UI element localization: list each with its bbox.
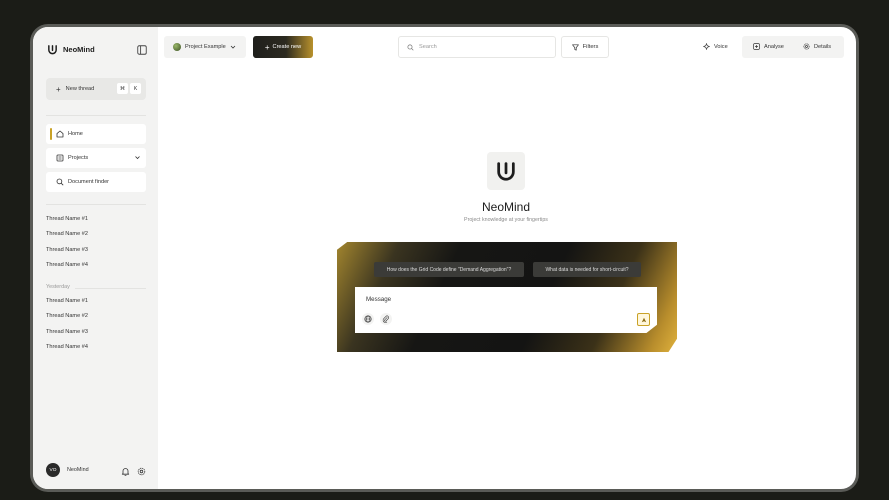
divider <box>46 115 146 116</box>
shortcut-k-key: K <box>130 83 141 94</box>
globe-icon <box>364 315 372 323</box>
message-input[interactable]: Message <box>355 287 657 333</box>
send-arrow-icon <box>641 317 646 322</box>
details-label: Details <box>814 43 832 50</box>
section-label-yesterday: Yesterday <box>46 284 70 290</box>
main-area: Project Example + Create new Search Filt… <box>158 27 856 489</box>
filters-button[interactable]: Filters <box>561 36 609 58</box>
user-profile[interactable]: VO NeoMind <box>46 463 89 477</box>
bell-icon[interactable] <box>121 467 130 476</box>
brand: NeoMind <box>47 44 95 55</box>
divider <box>46 204 146 205</box>
chevron-down-icon[interactable] <box>134 154 141 161</box>
avatar: VO <box>46 463 60 477</box>
sidebar-item-label: Projects <box>68 155 89 161</box>
app-window: NeoMind + New thread ⌘ K Home Projects D… <box>33 27 856 489</box>
sidebar-item-label: Document finder <box>68 179 110 185</box>
home-icon <box>56 130 64 138</box>
thread-item[interactable]: Thread Name #3 <box>46 329 88 335</box>
device-frame: NeoMind + New thread ⌘ K Home Projects D… <box>30 24 859 492</box>
thread-item[interactable]: Thread Name #1 <box>46 216 88 222</box>
new-thread-button[interactable]: + New thread ⌘ K <box>46 78 146 100</box>
filter-icon <box>571 43 579 51</box>
neomind-logo-icon <box>48 45 57 55</box>
thread-item[interactable]: Thread Name #4 <box>46 344 88 350</box>
create-new-label: Create new <box>272 44 302 50</box>
sidebar-item-document-finder[interactable]: Document finder <box>46 172 146 192</box>
hero-title: NeoMind <box>481 200 531 214</box>
hero-subtitle: Project knowledge at your fingertips <box>464 217 548 223</box>
analyse-button[interactable]: Analyse <box>753 43 784 50</box>
sparkle-icon <box>703 43 710 50</box>
settings-icon <box>803 43 810 50</box>
project-avatar-icon <box>173 43 181 51</box>
message-placeholder: Message <box>366 296 392 303</box>
web-search-button[interactable] <box>362 313 374 325</box>
send-button[interactable] <box>637 313 650 326</box>
new-thread-label: New thread <box>65 86 95 92</box>
paperclip-icon <box>382 315 389 323</box>
suggestion-chip[interactable]: What data is needed for short-circuit? <box>533 262 641 277</box>
thread-item[interactable]: Thread Name #4 <box>46 262 88 268</box>
gear-icon[interactable] <box>137 467 146 476</box>
details-button[interactable]: Details <box>803 43 831 50</box>
plus-icon: + <box>56 84 61 94</box>
project-name: Project Example <box>185 44 226 50</box>
plus-icon: + <box>264 42 270 52</box>
voice-label: Voice <box>714 43 728 50</box>
thread-item[interactable]: Thread Name #2 <box>46 313 88 319</box>
hero-logo <box>487 152 525 190</box>
shortcut-cmd-key: ⌘ <box>117 83 128 94</box>
search-icon <box>407 44 414 51</box>
sidebar-item-home[interactable]: Home <box>46 124 146 144</box>
voice-button[interactable]: Voice <box>703 43 728 50</box>
thread-item[interactable]: Thread Name #3 <box>46 247 88 253</box>
create-new-button[interactable]: + Create new <box>253 36 313 58</box>
sidebar-item-label: Home <box>68 131 83 137</box>
thread-item[interactable]: Thread Name #2 <box>46 231 88 237</box>
suggestion-chip[interactable]: How does the Grid Code define "Demand Ag… <box>374 262 524 277</box>
sidebar: NeoMind + New thread ⌘ K Home Projects D… <box>33 27 158 489</box>
analyse-label: Analyse <box>764 43 784 50</box>
search-placeholder: Search <box>419 44 437 50</box>
analyse-icon <box>753 43 760 50</box>
projects-icon <box>56 154 64 162</box>
composer-panel: How does the Grid Code define "Demand Ag… <box>337 242 677 352</box>
brand-name: NeoMind <box>63 45 95 54</box>
chevron-down-icon <box>230 45 236 49</box>
sidebar-item-projects[interactable]: Projects <box>46 148 146 168</box>
view-switcher: Analyse Details <box>742 36 844 58</box>
neomind-logo-icon <box>497 162 515 181</box>
attach-button[interactable] <box>380 313 392 325</box>
user-name: NeoMind <box>67 467 89 473</box>
filters-label: Filters <box>582 44 599 50</box>
project-selector[interactable]: Project Example <box>164 36 246 58</box>
search-icon <box>56 178 64 186</box>
thread-item[interactable]: Thread Name #1 <box>46 298 88 304</box>
divider <box>75 288 146 289</box>
sidebar-toggle-icon[interactable] <box>137 45 147 55</box>
search-input[interactable]: Search <box>398 36 556 58</box>
